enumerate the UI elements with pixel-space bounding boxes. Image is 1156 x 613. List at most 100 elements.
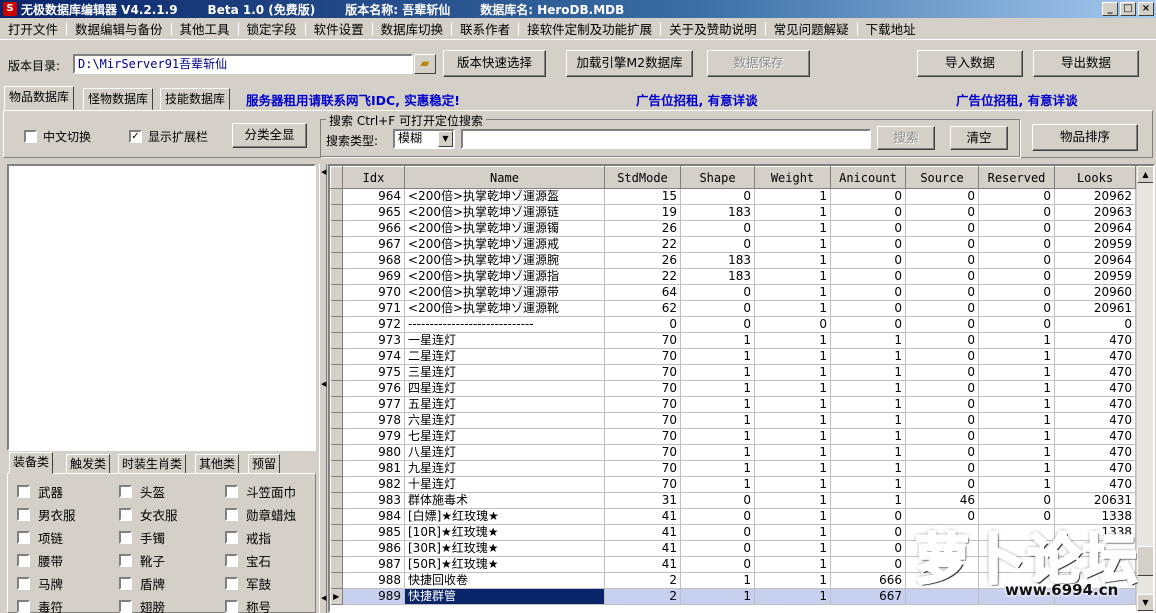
table-cell[interactable]: 971 [342,300,405,317]
table-cell[interactable]: 1 [754,540,831,557]
table-cell[interactable]: 1 [754,556,831,573]
menu-open-file[interactable]: 打开文件 [0,19,66,38]
table-cell[interactable]: 70 [604,380,681,397]
table-cell[interactable]: 0 [830,556,906,573]
table-cell[interactable]: 1 [754,460,831,477]
import-button[interactable]: 导入数据 [917,50,1023,77]
row-indicator[interactable] [330,236,343,253]
category-checkbox[interactable]: 军鼓 [225,574,271,593]
table-cell[interactable]: <200倍>执掌乾坤ゾ運源盔 [404,188,605,205]
row-indicator[interactable] [330,220,343,237]
table-cell[interactable]: 1 [754,300,831,317]
table-cell[interactable]: 0 [680,300,755,317]
table-cell[interactable]: 0 [830,284,906,301]
table-row[interactable]: 978 六星连灯 70 1 1 1 0 1 470 [330,412,1136,429]
table-cell[interactable]: [白嫖]★红玫瑰★ [404,508,605,525]
table-cell[interactable]: 973 [342,332,405,349]
table-cell[interactable]: 0 [680,556,755,573]
table-cell[interactable]: 20962 [1054,188,1136,205]
col-header-stdmode[interactable]: StdMode [604,166,681,189]
table-cell[interactable]: 974 [342,348,405,365]
table-cell[interactable]: 985 [342,524,405,541]
table-cell[interactable]: 20961 [1054,300,1136,317]
table-cell[interactable]: 0 [905,460,979,477]
table-cell[interactable]: 0 [1054,316,1136,333]
table-row[interactable]: 967 <200倍>执掌乾坤ゾ運源戒 22 0 1 0 0 0 20959 [330,236,1136,253]
table-row[interactable]: 983 群体施毒术 31 0 1 1 46 0 20631 [330,492,1136,509]
table-cell[interactable]: 977 [342,396,405,413]
table-cell[interactable]: 41 [604,556,681,573]
table-cell[interactable]: 1 [754,220,831,237]
table-cell[interactable]: 1 [754,444,831,461]
collapse-left-icon[interactable]: ◀ [321,594,326,602]
table-cell[interactable]: 二星连灯 [404,348,605,365]
table-cell[interactable]: 987 [342,556,405,573]
table-cell[interactable]: 0 [978,252,1055,269]
table-cell[interactable]: 967 [342,236,405,253]
table-cell[interactable]: 1 [754,508,831,525]
row-indicator[interactable] [330,556,343,573]
table-cell[interactable]: [50R]★红玫瑰★ [404,556,605,573]
row-indicator[interactable] [330,412,343,429]
chinese-switch-checkbox[interactable]: 中文切换 [24,128,91,145]
table-cell[interactable]: 0 [905,380,979,397]
col-header-idx[interactable]: Idx [342,166,405,189]
category-checkbox[interactable]: 男衣服 [17,505,76,524]
table-cell[interactable]: 1 [978,444,1055,461]
table-cell[interactable]: 0 [830,300,906,317]
category-checkbox[interactable]: 盾牌 [119,574,165,593]
row-indicator[interactable] [330,300,343,317]
table-cell[interactable]: 667 [830,588,906,605]
table-cell[interactable]: 183 [680,268,755,285]
maximize-button[interactable]: □ [1120,2,1136,16]
table-cell[interactable]: 九星连灯 [404,460,605,477]
table-cell[interactable]: 0 [680,220,755,237]
table-cell[interactable]: 三星连灯 [404,364,605,381]
table-cell[interactable]: 十星连灯 [404,476,605,493]
search-button[interactable]: 搜索 [877,126,935,150]
table-cell[interactable]: 1 [978,412,1055,429]
table-cell[interactable]: 470 [1054,348,1136,365]
table-cell[interactable]: 1 [754,364,831,381]
table-cell[interactable]: 群体施毒术 [404,492,605,509]
version-dir-input[interactable]: D:\MirServer91吾辈斩仙 [73,54,413,74]
table-cell[interactable]: 1 [754,396,831,413]
row-indicator[interactable] [330,524,343,541]
table-cell[interactable]: 966 [342,220,405,237]
table-cell[interactable]: 983 [342,492,405,509]
table-cell[interactable]: 988 [342,572,405,589]
table-cell[interactable]: 快捷回收卷 [404,572,605,589]
table-cell[interactable]: 一星连灯 [404,332,605,349]
table-cell[interactable]: 0 [830,188,906,205]
row-indicator[interactable] [330,348,343,365]
table-cell[interactable]: 666 [830,572,906,589]
category-checkbox[interactable]: 头盔 [119,482,165,501]
table-cell[interactable]: 1 [680,588,755,605]
table-cell[interactable]: 976 [342,380,405,397]
table-cell[interactable]: 1 [830,476,906,493]
table-cell[interactable]: 0 [905,316,979,333]
table-row[interactable]: 982 十星连灯 70 1 1 1 0 1 470 [330,476,1136,493]
table-row[interactable]: 965 <200倍>执掌乾坤ゾ運源链 19 183 1 0 0 0 20963 [330,204,1136,221]
row-indicator[interactable] [330,540,343,557]
collapse-left-icon[interactable]: ◀ [321,380,326,388]
row-indicator[interactable] [330,364,343,381]
table-cell[interactable]: 1 [830,460,906,477]
table-cell[interactable]: 981 [342,460,405,477]
category-checkbox[interactable]: 翅膀 [119,597,165,613]
table-row[interactable]: 968 <200倍>执掌乾坤ゾ運源腕 26 183 1 0 0 0 20964 [330,252,1136,269]
table-cell[interactable]: 62 [604,300,681,317]
menu-download[interactable]: 下载地址 [858,19,924,38]
menu-other-tools[interactable]: 其他工具 [172,19,238,38]
table-cell[interactable]: 0 [830,268,906,285]
table-row[interactable]: 970 <200倍>执掌乾坤ゾ運源带 64 0 1 0 0 0 20960 [330,284,1136,301]
table-cell[interactable]: 70 [604,412,681,429]
table-cell[interactable]: 964 [342,188,405,205]
table-cell[interactable]: 1 [754,476,831,493]
table-cell[interactable]: 1 [754,332,831,349]
table-cell[interactable]: 0 [905,220,979,237]
collapse-left-icon[interactable]: ◀ [321,168,326,176]
table-cell[interactable]: 1 [830,332,906,349]
scroll-up-icon[interactable]: ▲ [1137,166,1153,183]
table-cell[interactable]: 2 [604,572,681,589]
